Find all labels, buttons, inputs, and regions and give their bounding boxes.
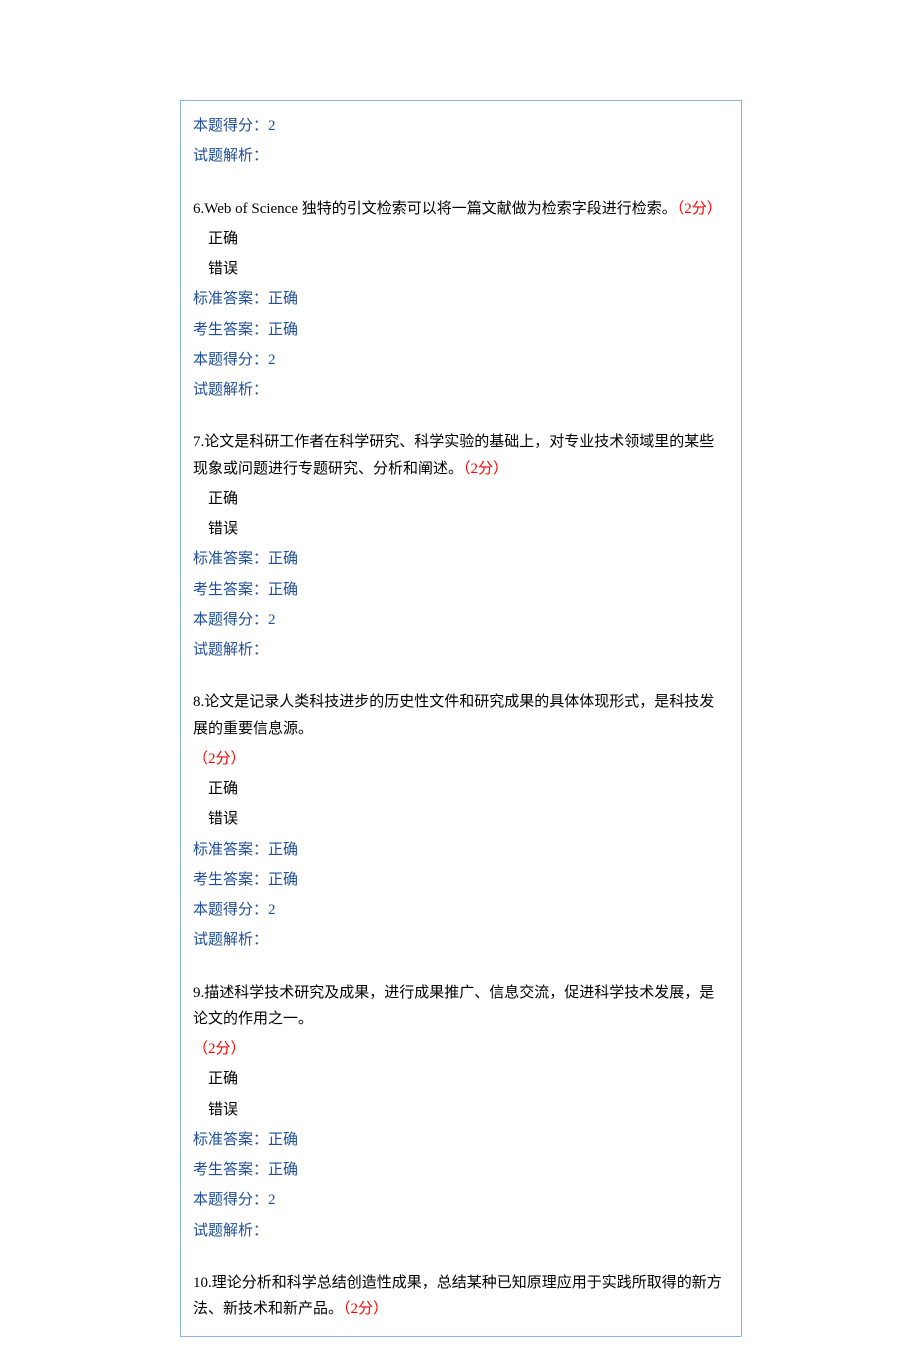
question-analysis: 试题解析： <box>193 637 729 663</box>
std-label: 标准答案： <box>193 842 268 858</box>
question-points: （2分） <box>463 461 508 477</box>
option-label: 正确 <box>208 1071 238 1087</box>
question-6-stem: 6.Web of Science 独特的引文检索可以将一篇文献做为检索字段进行检… <box>193 196 729 222</box>
question-number: 9. <box>193 985 204 1001</box>
cand-label: 考生答案： <box>193 322 268 338</box>
question-score: 本题得分：2 <box>193 607 729 633</box>
analysis-label: 试题解析： <box>193 642 268 658</box>
prev-analysis: 试题解析： <box>193 143 729 169</box>
option-label: 正确 <box>208 491 238 507</box>
question-number: 8. <box>193 694 204 710</box>
candidate-answer: 考生答案：正确 <box>193 1157 729 1183</box>
question-points: （2分） <box>193 1041 246 1057</box>
score-value: 2 <box>268 612 276 628</box>
std-value: 正确 <box>268 551 298 567</box>
option-wrong: 错误 <box>208 256 729 282</box>
std-label: 标准答案： <box>193 551 268 567</box>
option-label: 正确 <box>208 231 238 247</box>
question-analysis: 试题解析： <box>193 927 729 953</box>
question-number: 7. <box>193 434 204 450</box>
option-correct: 正确 <box>208 776 729 802</box>
question-score: 本题得分：2 <box>193 347 729 373</box>
std-value: 正确 <box>268 842 298 858</box>
score-value: 2 <box>268 1192 276 1208</box>
standard-answer: 标准答案：正确 <box>193 546 729 572</box>
question-number: 10. <box>193 1275 212 1291</box>
question-points: （2分） <box>193 751 246 767</box>
std-value: 正确 <box>268 1132 298 1148</box>
cand-value: 正确 <box>268 872 298 888</box>
question-points: （2分） <box>677 201 722 217</box>
option-label: 错误 <box>208 811 238 827</box>
score-value: 2 <box>268 902 276 918</box>
option-label: 错误 <box>208 1102 238 1118</box>
cand-value: 正确 <box>268 582 298 598</box>
question-text: 理论分析和科学总结创造性成果，总结某种已知原理应用于实践所取得的新方法、新技术和… <box>193 1275 722 1317</box>
question-analysis: 试题解析： <box>193 377 729 403</box>
analysis-label: 试题解析： <box>193 382 268 398</box>
option-correct: 正确 <box>208 1066 729 1092</box>
spacer <box>193 667 729 685</box>
question-points: （2分） <box>343 1301 388 1317</box>
std-label: 标准答案： <box>193 1132 268 1148</box>
candidate-answer: 考生答案：正确 <box>193 317 729 343</box>
score-value: 2 <box>268 118 276 134</box>
question-8-stem: 8.论文是记录人类科技进步的历史性文件和研究成果的具体体现形式，是科技发展的重要… <box>193 689 729 742</box>
analysis-label: 试题解析： <box>193 1223 268 1239</box>
question-8-points: （2分） <box>193 746 729 772</box>
option-correct: 正确 <box>208 486 729 512</box>
cand-value: 正确 <box>268 1162 298 1178</box>
cand-value: 正确 <box>268 322 298 338</box>
question-text: 论文是记录人类科技进步的历史性文件和研究成果的具体体现形式，是科技发展的重要信息… <box>193 694 714 736</box>
question-analysis: 试题解析： <box>193 1218 729 1244</box>
score-label: 本题得分： <box>193 612 268 628</box>
candidate-answer: 考生答案：正确 <box>193 867 729 893</box>
question-score: 本题得分：2 <box>193 897 729 923</box>
page: 本题得分：2 试题解析： 6.Web of Science 独特的引文检索可以将… <box>0 0 920 1357</box>
candidate-answer: 考生答案：正确 <box>193 577 729 603</box>
spacer <box>193 407 729 425</box>
question-10-stem: 10.理论分析和科学总结创造性成果，总结某种已知原理应用于实践所取得的新方法、新… <box>193 1270 729 1323</box>
question-number: 6. <box>193 201 204 217</box>
option-wrong: 错误 <box>208 806 729 832</box>
option-correct: 正确 <box>208 226 729 252</box>
option-wrong: 错误 <box>208 1097 729 1123</box>
cand-label: 考生答案： <box>193 872 268 888</box>
spacer <box>193 958 729 976</box>
question-text: 描述科学技术研究及成果，进行成果推广、信息交流，促进科学技术发展，是论文的作用之… <box>193 985 714 1027</box>
prev-score: 本题得分：2 <box>193 113 729 139</box>
analysis-label: 试题解析： <box>193 148 268 164</box>
std-value: 正确 <box>268 291 298 307</box>
option-wrong: 错误 <box>208 516 729 542</box>
question-text: 论文是科研工作者在科学研究、科学实验的基础上，对专业技术领域里的某些现象或问题进… <box>193 434 714 476</box>
score-label: 本题得分： <box>193 1192 268 1208</box>
spacer <box>193 174 729 192</box>
standard-answer: 标准答案：正确 <box>193 1127 729 1153</box>
option-label: 错误 <box>208 521 238 537</box>
question-9-points: （2分） <box>193 1036 729 1062</box>
standard-answer: 标准答案：正确 <box>193 286 729 312</box>
spacer <box>193 1248 729 1266</box>
option-label: 正确 <box>208 781 238 797</box>
score-label: 本题得分： <box>193 118 268 134</box>
question-9-stem: 9.描述科学技术研究及成果，进行成果推广、信息交流，促进科学技术发展，是论文的作… <box>193 980 729 1033</box>
exam-content: 本题得分：2 试题解析： 6.Web of Science 独特的引文检索可以将… <box>180 100 742 1337</box>
score-value: 2 <box>268 352 276 368</box>
standard-answer: 标准答案：正确 <box>193 837 729 863</box>
question-score: 本题得分：2 <box>193 1187 729 1213</box>
question-7-stem: 7.论文是科研工作者在科学研究、科学实验的基础上，对专业技术领域里的某些现象或问… <box>193 429 729 482</box>
cand-label: 考生答案： <box>193 1162 268 1178</box>
score-label: 本题得分： <box>193 902 268 918</box>
question-text: Web of Science 独特的引文检索可以将一篇文献做为检索字段进行检索。 <box>204 201 677 217</box>
std-label: 标准答案： <box>193 291 268 307</box>
cand-label: 考生答案： <box>193 582 268 598</box>
score-label: 本题得分： <box>193 352 268 368</box>
analysis-label: 试题解析： <box>193 932 268 948</box>
option-label: 错误 <box>208 261 238 277</box>
